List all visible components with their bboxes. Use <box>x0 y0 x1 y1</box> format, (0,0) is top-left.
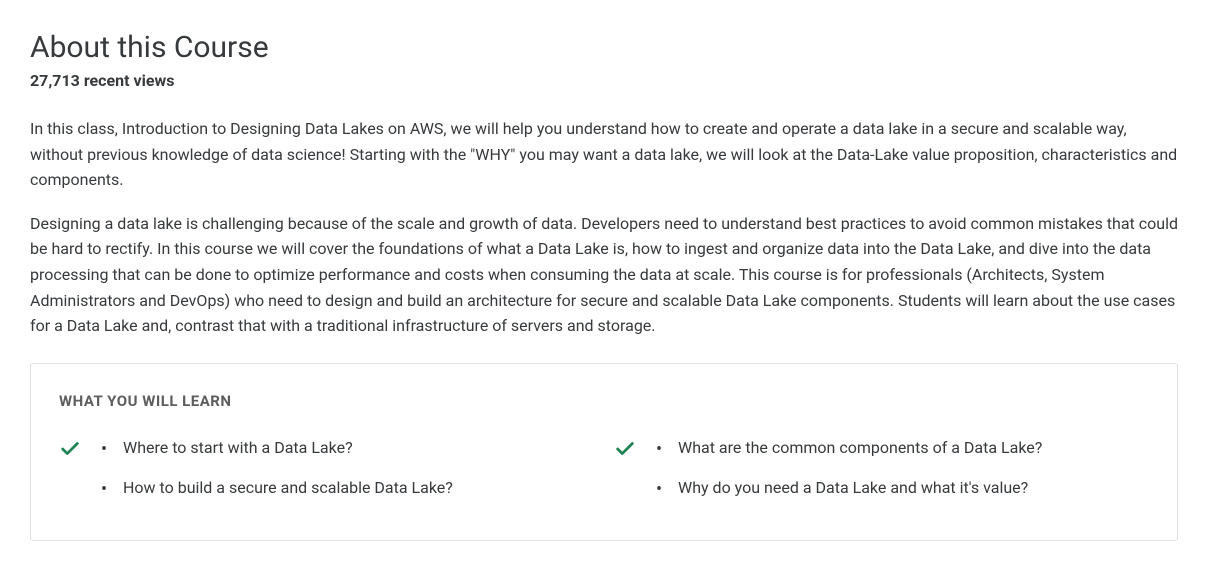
what-you-will-learn-heading: WHAT YOU WILL LEARN <box>59 392 1149 410</box>
what-you-will-learn-box: WHAT YOU WILL LEARN Where to start with … <box>30 363 1178 541</box>
wywl-item: Why do you need a Data Lake and what it'… <box>652 476 1149 500</box>
wywl-item: How to build a secure and scalable Data … <box>97 476 594 500</box>
recent-views: 27,713 recent views <box>30 71 1178 90</box>
what-you-will-learn-grid: Where to start with a Data Lake? How to … <box>59 436 1149 516</box>
wywl-item: Where to start with a Data Lake? <box>97 436 594 460</box>
wywl-list: What are the common components of a Data… <box>652 436 1149 516</box>
description-paragraph: In this class, Introduction to Designing… <box>30 116 1178 193</box>
wywl-item: What are the common components of a Data… <box>652 436 1149 460</box>
check-icon <box>59 438 81 460</box>
check-icon <box>614 438 636 460</box>
wywl-column: What are the common components of a Data… <box>614 436 1149 516</box>
page-title: About this Course <box>30 30 1178 65</box>
course-description: In this class, Introduction to Designing… <box>30 116 1178 339</box>
wywl-list: Where to start with a Data Lake? How to … <box>97 436 594 516</box>
wywl-column: Where to start with a Data Lake? How to … <box>59 436 594 516</box>
description-paragraph: Designing a data lake is challenging bec… <box>30 211 1178 339</box>
